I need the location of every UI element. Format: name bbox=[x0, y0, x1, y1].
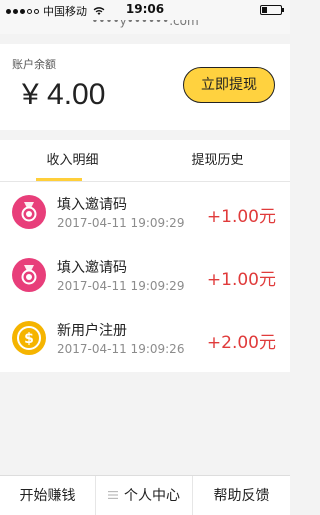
tab-bar: 收入明细 提现历史 bbox=[0, 140, 290, 182]
record-title: 填入邀请码 bbox=[57, 260, 127, 276]
record-time: 2017-04-11 19:09:29 bbox=[57, 279, 185, 293]
record-amount: +1.00元 bbox=[206, 270, 276, 290]
coin-icon: $ bbox=[12, 321, 46, 355]
nav-label: 个人中心 bbox=[124, 488, 180, 504]
nav-label: 帮助反馈 bbox=[213, 488, 270, 504]
record-amount: +2.00元 bbox=[206, 333, 276, 353]
medal-icon bbox=[12, 258, 46, 292]
list-item[interactable]: 填入邀请码 2017-04-11 19:09:29 +1.00元 bbox=[0, 245, 290, 308]
nav-help-feedback[interactable]: 帮助反馈 bbox=[193, 476, 290, 515]
bottom-nav: 开始赚钱 个人中心 帮助反馈 bbox=[0, 475, 290, 515]
url-text: ••••y••••••.com bbox=[91, 20, 199, 28]
menu-icon bbox=[108, 491, 118, 499]
record-title: 填入邀请码 bbox=[57, 197, 127, 213]
tab-income-details[interactable]: 收入明细 bbox=[0, 140, 145, 182]
income-list: 填入邀请码 2017-04-11 19:09:29 +1.00元 填入邀请码 2… bbox=[0, 182, 290, 372]
record-time: 2017-04-11 19:09:26 bbox=[57, 342, 185, 356]
balance-label: 账户余额 bbox=[12, 58, 56, 71]
svg-text:$: $ bbox=[24, 331, 34, 347]
record-time: 2017-04-11 19:09:29 bbox=[57, 216, 185, 230]
status-time: 19:06 bbox=[125, 2, 165, 16]
nav-start-earning[interactable]: 开始赚钱 bbox=[0, 476, 96, 515]
medal-icon bbox=[12, 195, 46, 229]
battery-icon bbox=[260, 5, 284, 15]
status-bar: 中国移动 19:06 bbox=[0, 0, 290, 20]
active-tab-indicator bbox=[36, 178, 82, 181]
record-title: 新用户注册 bbox=[57, 323, 127, 339]
record-amount: +1.00元 bbox=[206, 207, 276, 227]
list-item[interactable]: 填入邀请码 2017-04-11 19:09:29 +1.00元 bbox=[0, 182, 290, 245]
withdraw-button[interactable]: 立即提现 bbox=[183, 67, 275, 103]
balance-amount: ¥ 4.00 bbox=[22, 78, 106, 111]
url-bar: ••••y••••••.com bbox=[0, 20, 290, 34]
balance-card: 账户余额 ¥ 4.00 立即提现 bbox=[0, 44, 290, 130]
list-item[interactable]: $ 新用户注册 2017-04-11 19:09:26 +2.00元 bbox=[0, 308, 290, 371]
nav-personal-center[interactable]: 个人中心 bbox=[96, 476, 193, 515]
nav-label: 开始赚钱 bbox=[19, 488, 76, 504]
tab-withdraw-history[interactable]: 提现历史 bbox=[145, 140, 290, 182]
